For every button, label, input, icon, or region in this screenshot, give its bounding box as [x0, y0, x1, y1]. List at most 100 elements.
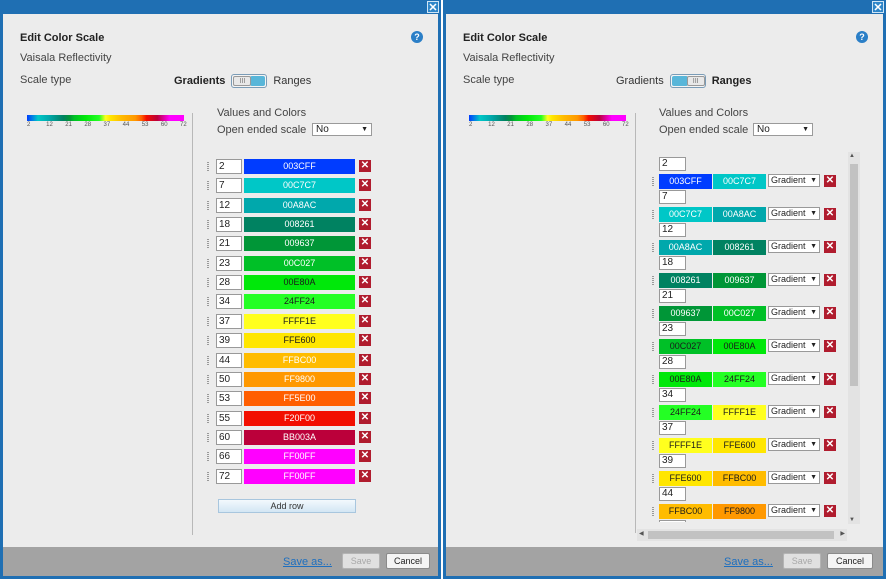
delete-icon[interactable]: ✕ [359, 411, 371, 424]
range-mode-select[interactable]: Gradient ▼ [768, 174, 820, 187]
drag-handle-icon[interactable] [652, 408, 654, 417]
range-mode-select[interactable]: Gradient ▼ [768, 471, 820, 484]
row-color-swatch[interactable]: BB003A [244, 429, 355, 445]
row-color-swatch[interactable]: FFFF1E [244, 313, 355, 329]
range-mode-select[interactable]: Gradient ▼ [768, 273, 820, 286]
row-value-input[interactable]: 72 [216, 468, 242, 484]
range-to-color[interactable]: 00E80A [713, 339, 766, 354]
range-from-color[interactable]: 00C027 [659, 339, 712, 354]
delete-icon[interactable]: ✕ [824, 208, 836, 220]
range-mode-select[interactable]: Gradient ▼ [768, 339, 820, 352]
row-value-input[interactable]: 66 [216, 449, 242, 465]
open-ended-scale-select[interactable]: No ▼ [753, 123, 813, 136]
row-value-input[interactable]: 55 [216, 410, 242, 426]
row-value-input[interactable]: 53 [216, 391, 242, 407]
delete-icon[interactable]: ✕ [359, 276, 371, 289]
drag-handle-icon[interactable] [207, 413, 209, 423]
row-color-swatch[interactable]: FFE600 [244, 333, 355, 349]
drag-handle-icon[interactable] [652, 276, 654, 285]
drag-handle-icon[interactable] [207, 471, 209, 481]
drag-handle-icon[interactable] [207, 220, 209, 230]
row-value-input[interactable]: 50 [216, 371, 242, 387]
delete-icon[interactable]: ✕ [359, 160, 371, 172]
scale-type-toggle[interactable]: III [231, 74, 268, 88]
delete-icon[interactable]: ✕ [359, 392, 371, 405]
row-value-input[interactable]: 28 [216, 275, 242, 291]
delete-icon[interactable]: ✕ [359, 198, 371, 211]
delete-icon[interactable]: ✕ [359, 430, 371, 443]
help-icon[interactable]: ? [411, 31, 423, 43]
range-from-color[interactable]: 00C7C7 [659, 207, 712, 222]
delete-icon[interactable]: ✕ [359, 179, 371, 192]
drag-handle-icon[interactable] [207, 278, 209, 288]
row-value-input[interactable]: 12 [216, 197, 242, 213]
range-to-color[interactable]: 00A8AC [713, 207, 766, 222]
drag-handle-icon[interactable] [207, 200, 209, 210]
vertical-scrollbar[interactable]: ▲ ▼ [848, 152, 860, 524]
save-button[interactable]: Save [342, 553, 380, 569]
range-from-color[interactable]: FFFF1E [659, 438, 712, 453]
drag-handle-icon[interactable] [207, 374, 209, 384]
row-color-swatch[interactable]: 00A8AC [244, 197, 355, 213]
drag-handle-icon[interactable] [207, 258, 209, 268]
delete-icon[interactable]: ✕ [824, 505, 836, 517]
delete-icon[interactable]: ✕ [359, 372, 371, 385]
range-to-color[interactable]: 008261 [713, 240, 766, 255]
drag-handle-icon[interactable] [207, 316, 209, 326]
drag-handle-icon[interactable] [207, 162, 209, 171]
range-mode-select[interactable]: Gradient ▼ [768, 372, 820, 385]
range-to-color[interactable]: FFFF1E [713, 405, 766, 420]
row-value-input[interactable]: 2 [216, 159, 242, 174]
row-color-swatch[interactable]: FFBC00 [244, 352, 355, 368]
range-to-color[interactable]: 009637 [713, 273, 766, 288]
scale-type-toggle[interactable]: III [669, 74, 706, 88]
row-value-input[interactable]: 37 [216, 313, 242, 329]
row-value-input[interactable]: 39 [216, 333, 242, 349]
row-value-input[interactable]: 60 [216, 429, 242, 445]
cancel-button[interactable]: Cancel [827, 553, 873, 569]
drag-handle-icon[interactable] [207, 452, 209, 462]
drag-handle-icon[interactable] [207, 355, 209, 365]
row-color-swatch[interactable]: F20F00 [244, 410, 355, 426]
toggle-knob[interactable]: III [233, 76, 252, 86]
range-from-color[interactable]: 003CFF [659, 174, 712, 189]
delete-icon[interactable]: ✕ [824, 175, 836, 187]
range-mode-select[interactable]: Gradient ▼ [768, 405, 820, 418]
row-color-swatch[interactable]: 24FF24 [244, 294, 355, 310]
drag-handle-icon[interactable] [207, 394, 209, 404]
drag-handle-icon[interactable] [207, 432, 209, 442]
delete-icon[interactable]: ✕ [359, 256, 371, 269]
help-icon[interactable]: ? [856, 31, 868, 43]
delete-icon[interactable]: ✕ [824, 472, 836, 484]
delete-icon[interactable]: ✕ [824, 307, 836, 319]
drag-handle-icon[interactable] [207, 181, 209, 191]
drag-handle-icon[interactable] [652, 441, 654, 450]
delete-icon[interactable]: ✕ [359, 334, 371, 347]
drag-handle-icon[interactable] [652, 177, 654, 186]
range-to-color[interactable]: 00C027 [713, 306, 766, 321]
drag-handle-icon[interactable] [652, 210, 654, 219]
range-to-color[interactable]: FFE600 [713, 438, 766, 453]
range-from-color[interactable]: FFE600 [659, 471, 712, 486]
range-mode-select[interactable]: Gradient ▼ [768, 438, 820, 451]
range-to-color[interactable]: 24FF24 [713, 372, 766, 387]
range-to-color[interactable]: FFBC00 [713, 471, 766, 486]
drag-handle-icon[interactable] [207, 297, 209, 307]
range-to-color[interactable]: FF9800 [713, 504, 766, 519]
close-icon[interactable]: ✕ [872, 1, 884, 14]
row-color-swatch[interactable]: 00C7C7 [244, 178, 355, 194]
toggle-knob[interactable]: III [686, 76, 705, 86]
range-to-color[interactable]: 00C7C7 [713, 174, 766, 189]
delete-icon[interactable]: ✕ [824, 373, 836, 385]
add-row-button[interactable]: Add row [218, 499, 356, 513]
delete-icon[interactable]: ✕ [824, 274, 836, 286]
drag-handle-icon[interactable] [207, 239, 209, 249]
row-value-input[interactable]: 21 [216, 236, 242, 252]
delete-icon[interactable]: ✕ [359, 237, 371, 250]
save-button[interactable]: Save [783, 553, 821, 569]
delete-icon[interactable]: ✕ [824, 340, 836, 352]
range-from-color[interactable]: 24FF24 [659, 405, 712, 420]
delete-icon[interactable]: ✕ [824, 241, 836, 253]
row-value-input[interactable]: 7 [216, 178, 242, 194]
row-color-swatch[interactable]: 003CFF [244, 159, 355, 174]
